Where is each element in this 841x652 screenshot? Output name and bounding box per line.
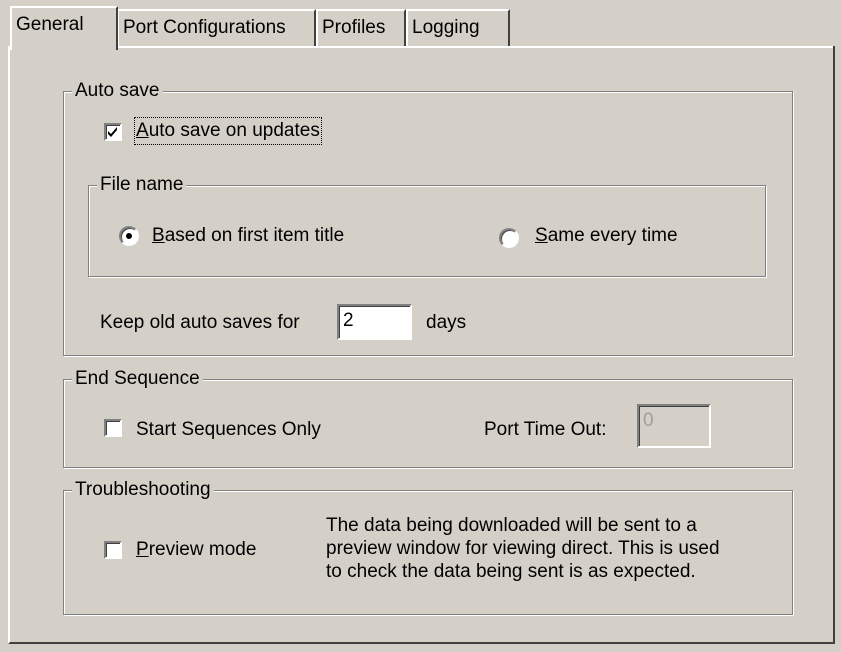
end-sequence-group-title: End Sequence (72, 367, 203, 391)
based-on-first-item-label[interactable]: Based on first item title (152, 224, 344, 248)
port-time-out-input[interactable]: 0 (637, 404, 711, 448)
based-on-first-item-radio[interactable] (119, 226, 139, 246)
same-every-time-radio[interactable] (499, 228, 519, 248)
file-name-group-title: File name (97, 173, 187, 197)
label-text: review mode (148, 539, 257, 560)
accelerator-key: P (136, 539, 149, 560)
tab-label: Port Configurations (123, 17, 286, 38)
same-every-time-label[interactable]: Same every time (535, 224, 678, 248)
auto-save-group-title: Auto save (72, 79, 163, 103)
label-text: ame every time (547, 225, 678, 246)
accelerator-key: A (136, 120, 149, 141)
keep-days-value: 2 (343, 310, 354, 331)
description-line: The data being downloaded will be sent t… (326, 515, 697, 536)
description-line: preview window for viewing direct. This … (326, 538, 720, 559)
preview-mode-description: The data being downloaded will be sent t… (326, 514, 720, 583)
troubleshooting-group-title: Troubleshooting (72, 478, 214, 502)
tab-profiles[interactable]: Profiles (316, 9, 406, 47)
label-text: ased on first item title (164, 225, 345, 246)
keep-days-input[interactable]: 2 (337, 304, 412, 340)
tab-general[interactable]: General (10, 6, 118, 50)
tab-label: Profiles (322, 17, 386, 38)
tab-port-configurations[interactable]: Port Configurations (117, 9, 316, 47)
keep-old-auto-saves-label: Keep old auto saves for (100, 312, 300, 333)
tab-label: General (16, 14, 84, 35)
preview-mode-checkbox[interactable] (104, 541, 122, 559)
start-sequences-only-checkbox[interactable] (104, 419, 122, 437)
description-line: to check the data being sent is as expec… (326, 561, 696, 582)
preview-mode-label[interactable]: Preview mode (136, 538, 256, 562)
auto-save-checkbox-label[interactable]: Auto save on updates (134, 117, 322, 145)
tab-label: Logging (412, 17, 480, 38)
accelerator-key: S (535, 225, 548, 246)
port-time-out-value: 0 (643, 410, 654, 431)
tab-logging[interactable]: Logging (406, 9, 510, 47)
accelerator-key: B (152, 225, 165, 246)
radio-selected-dot (126, 233, 132, 239)
label-text: uto save on updates (148, 120, 320, 141)
port-time-out-label: Port Time Out: (484, 419, 607, 440)
checkmark-icon (108, 127, 117, 137)
auto-save-checkbox[interactable] (104, 123, 122, 141)
days-unit-label: days (426, 312, 467, 333)
start-sequences-only-label[interactable]: Start Sequences Only (136, 418, 321, 442)
